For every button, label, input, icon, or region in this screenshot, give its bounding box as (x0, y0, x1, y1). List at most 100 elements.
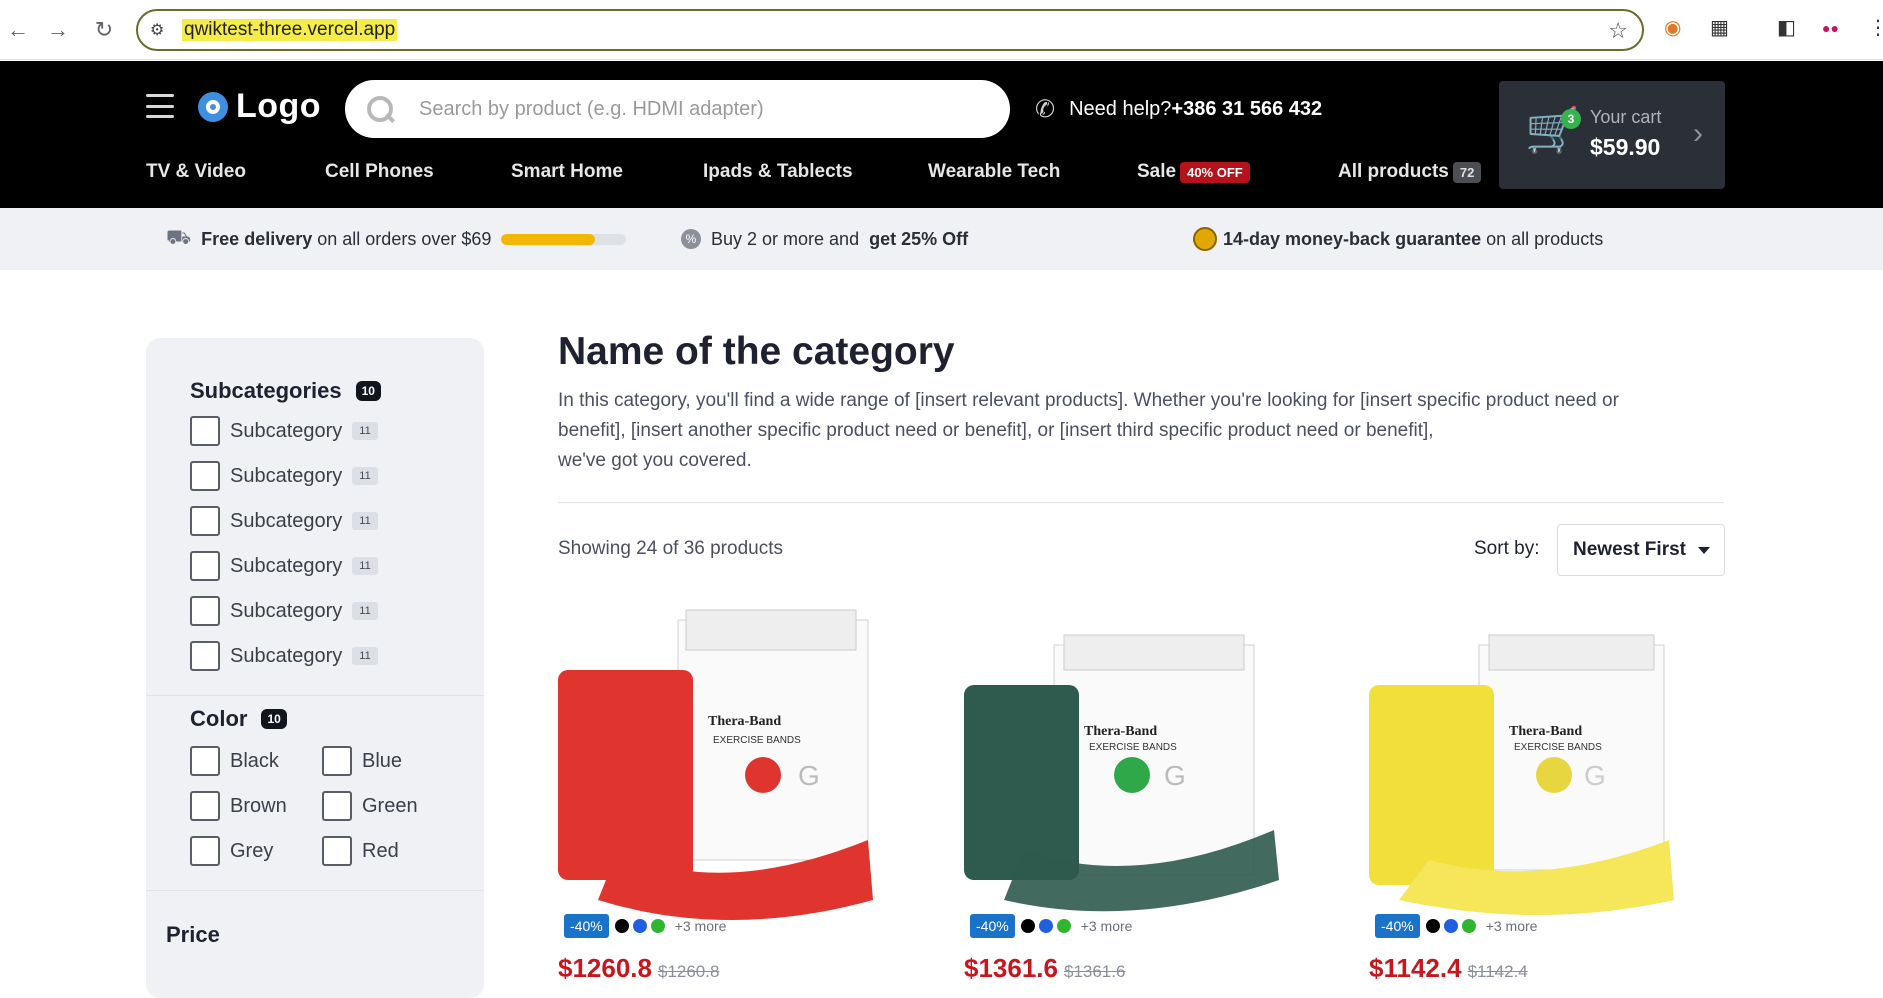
svg-text:Thera-Band: Thera-Band (708, 714, 781, 729)
category-nav: TV & Video Cell Phones Smart Home Ipads … (0, 161, 1883, 201)
product-image[interactable]: Thera-Band EXERCISE BANDS G (964, 600, 1284, 930)
nav-all-products[interactable]: All products 72 (1338, 161, 1482, 183)
browser-toolbar: ← → ↻ ⚙ qwiktest-three.vercel.app ☆ ◉ ▦ … (0, 0, 1883, 60)
extension-icon[interactable]: ◉ (1664, 15, 1681, 40)
color-swatch[interactable] (1461, 919, 1476, 933)
product-card[interactable]: Thera-Band EXERCISE BANDS G -40% +3 more… (1369, 600, 1689, 983)
search-icon[interactable] (365, 94, 395, 124)
url-text: qwiktest-three.vercel.app (182, 19, 398, 41)
checkbox[interactable] (190, 416, 220, 446)
more-colors[interactable]: +3 more (675, 918, 727, 934)
color-swatch[interactable] (1443, 919, 1458, 933)
logo-text: Logo (236, 87, 322, 125)
color-swatch[interactable] (1038, 919, 1053, 933)
help-phone: +386 31 566 432 (1171, 98, 1323, 120)
product-card[interactable]: Thera-Band EXERCISE BANDS G -40% +3 more… (964, 600, 1284, 983)
color-filter-red[interactable]: Red (322, 836, 399, 866)
section-divider (146, 695, 484, 696)
bookmark-star-icon[interactable]: ☆ (1608, 18, 1628, 44)
checkbox[interactable] (190, 641, 220, 671)
discount-badge: -40% (564, 914, 609, 938)
product-meta: -40% +3 more (564, 914, 726, 938)
back-icon[interactable]: ← (0, 12, 36, 48)
checkbox[interactable] (190, 791, 220, 821)
checkbox[interactable] (322, 791, 352, 821)
old-price: $1260.8 (657, 962, 720, 981)
more-colors[interactable]: +3 more (1081, 918, 1133, 934)
color-swatch[interactable] (632, 919, 647, 933)
color-filter-grey[interactable]: Grey (190, 836, 273, 866)
color-filter-black[interactable]: Black (190, 746, 279, 776)
truck-icon: ⛟ (166, 226, 192, 249)
promo-guarantee: 14-day money-back guarantee on all produ… (1193, 221, 1603, 257)
svg-text:EXERCISE BANDS: EXERCISE BANDS (713, 735, 801, 746)
sort-dropdown[interactable]: Newest First (1557, 524, 1725, 576)
menu-kebab-icon[interactable]: ⋮ (1868, 15, 1883, 40)
subcategory-filter[interactable]: Subcategory 11 (190, 551, 378, 581)
section-divider (146, 890, 484, 891)
svg-text:Thera-Band: Thera-Band (1084, 724, 1157, 739)
extensions-puzzle-icon[interactable]: ▦ (1710, 15, 1729, 40)
search-bar (345, 80, 1010, 138)
subcategory-filter[interactable]: Subcategory 11 (190, 596, 378, 626)
nav-sale[interactable]: Sale 40% OFF (1137, 161, 1250, 183)
sale-badge: 40% OFF (1180, 161, 1250, 183)
discount-badge: -40% (970, 914, 1015, 938)
nav-smart-home[interactable]: Smart Home (511, 161, 623, 183)
product-image[interactable]: Thera-Band EXERCISE BANDS G (1369, 600, 1689, 930)
medal-icon (1193, 227, 1217, 251)
nav-ipads-tablets[interactable]: Ipads & Tablects (703, 161, 853, 183)
profile-icon[interactable]: ●● (1822, 20, 1839, 36)
product-image[interactable]: Thera-Band EXERCISE BANDS G (558, 600, 878, 930)
content-divider (558, 502, 1724, 503)
promo-strip: ⛟ Free delivery on all orders over $69 %… (0, 208, 1883, 270)
color-filter-blue[interactable]: Blue (322, 746, 402, 776)
color-swatch[interactable] (614, 919, 629, 933)
svg-text:G: G (1584, 760, 1606, 791)
checkbox[interactable] (322, 746, 352, 776)
search-input[interactable] (419, 97, 979, 121)
promo-buy-two: % Buy 2 or more and get 25% Off (681, 221, 968, 257)
site-settings-icon[interactable]: ⚙ (150, 20, 170, 40)
old-price: $1142.4 (1467, 962, 1528, 981)
product-card[interactable]: Thera-Band EXERCISE BANDS G -40% +3 more… (558, 600, 878, 983)
checkbox[interactable] (190, 836, 220, 866)
page-title: Name of the category (558, 330, 955, 373)
subcategory-filter[interactable]: Subcategory 11 (190, 416, 378, 446)
help-contact[interactable]: ✆ Need help? +386 31 566 432 (1035, 95, 1322, 124)
checkbox[interactable] (190, 461, 220, 491)
checkbox[interactable] (190, 551, 220, 581)
color-swatch[interactable] (650, 919, 665, 933)
svg-text:G: G (1164, 760, 1186, 791)
more-colors[interactable]: +3 more (1486, 918, 1538, 934)
color-swatch[interactable] (1425, 919, 1440, 933)
checkbox[interactable] (322, 836, 352, 866)
site-logo[interactable]: Logo (198, 87, 321, 126)
color-filter-green[interactable]: Green (322, 791, 418, 821)
checkbox[interactable] (190, 596, 220, 626)
nav-tv-video[interactable]: TV & Video (146, 161, 246, 183)
reload-icon[interactable]: ↻ (86, 12, 122, 48)
checkbox[interactable] (190, 746, 220, 776)
hamburger-menu-icon[interactable] (146, 94, 174, 118)
color-title: Color 10 (190, 706, 287, 732)
subcategory-filter[interactable]: Subcategory 11 (190, 506, 378, 536)
site-header: Logo ✆ Need help? +386 31 566 432 🛒 3 Yo… (0, 61, 1883, 208)
cart-total: $59.90 (1590, 134, 1661, 160)
caret-down-icon (1698, 547, 1710, 554)
cart-label: Your cart (1590, 107, 1662, 127)
price-title: Price (166, 922, 220, 947)
side-panel-icon[interactable]: ◧ (1777, 15, 1796, 40)
color-swatch[interactable] (1056, 919, 1071, 933)
category-description: In this category, you'll find a wide ran… (558, 390, 1619, 471)
nav-cell-phones[interactable]: Cell Phones (325, 161, 434, 183)
nav-wearable-tech[interactable]: Wearable Tech (928, 161, 1060, 183)
subcategory-filter[interactable]: Subcategory 11 (190, 461, 378, 491)
subcategory-filter[interactable]: Subcategory 11 (190, 641, 378, 671)
address-bar[interactable]: ⚙ qwiktest-three.vercel.app ☆ (136, 9, 1644, 51)
checkbox[interactable] (190, 506, 220, 536)
forward-icon[interactable]: → (40, 12, 76, 48)
color-filter-brown[interactable]: Brown (190, 791, 287, 821)
color-swatch[interactable] (1020, 919, 1035, 933)
subcategories-title: Subcategories 10 (190, 378, 381, 404)
